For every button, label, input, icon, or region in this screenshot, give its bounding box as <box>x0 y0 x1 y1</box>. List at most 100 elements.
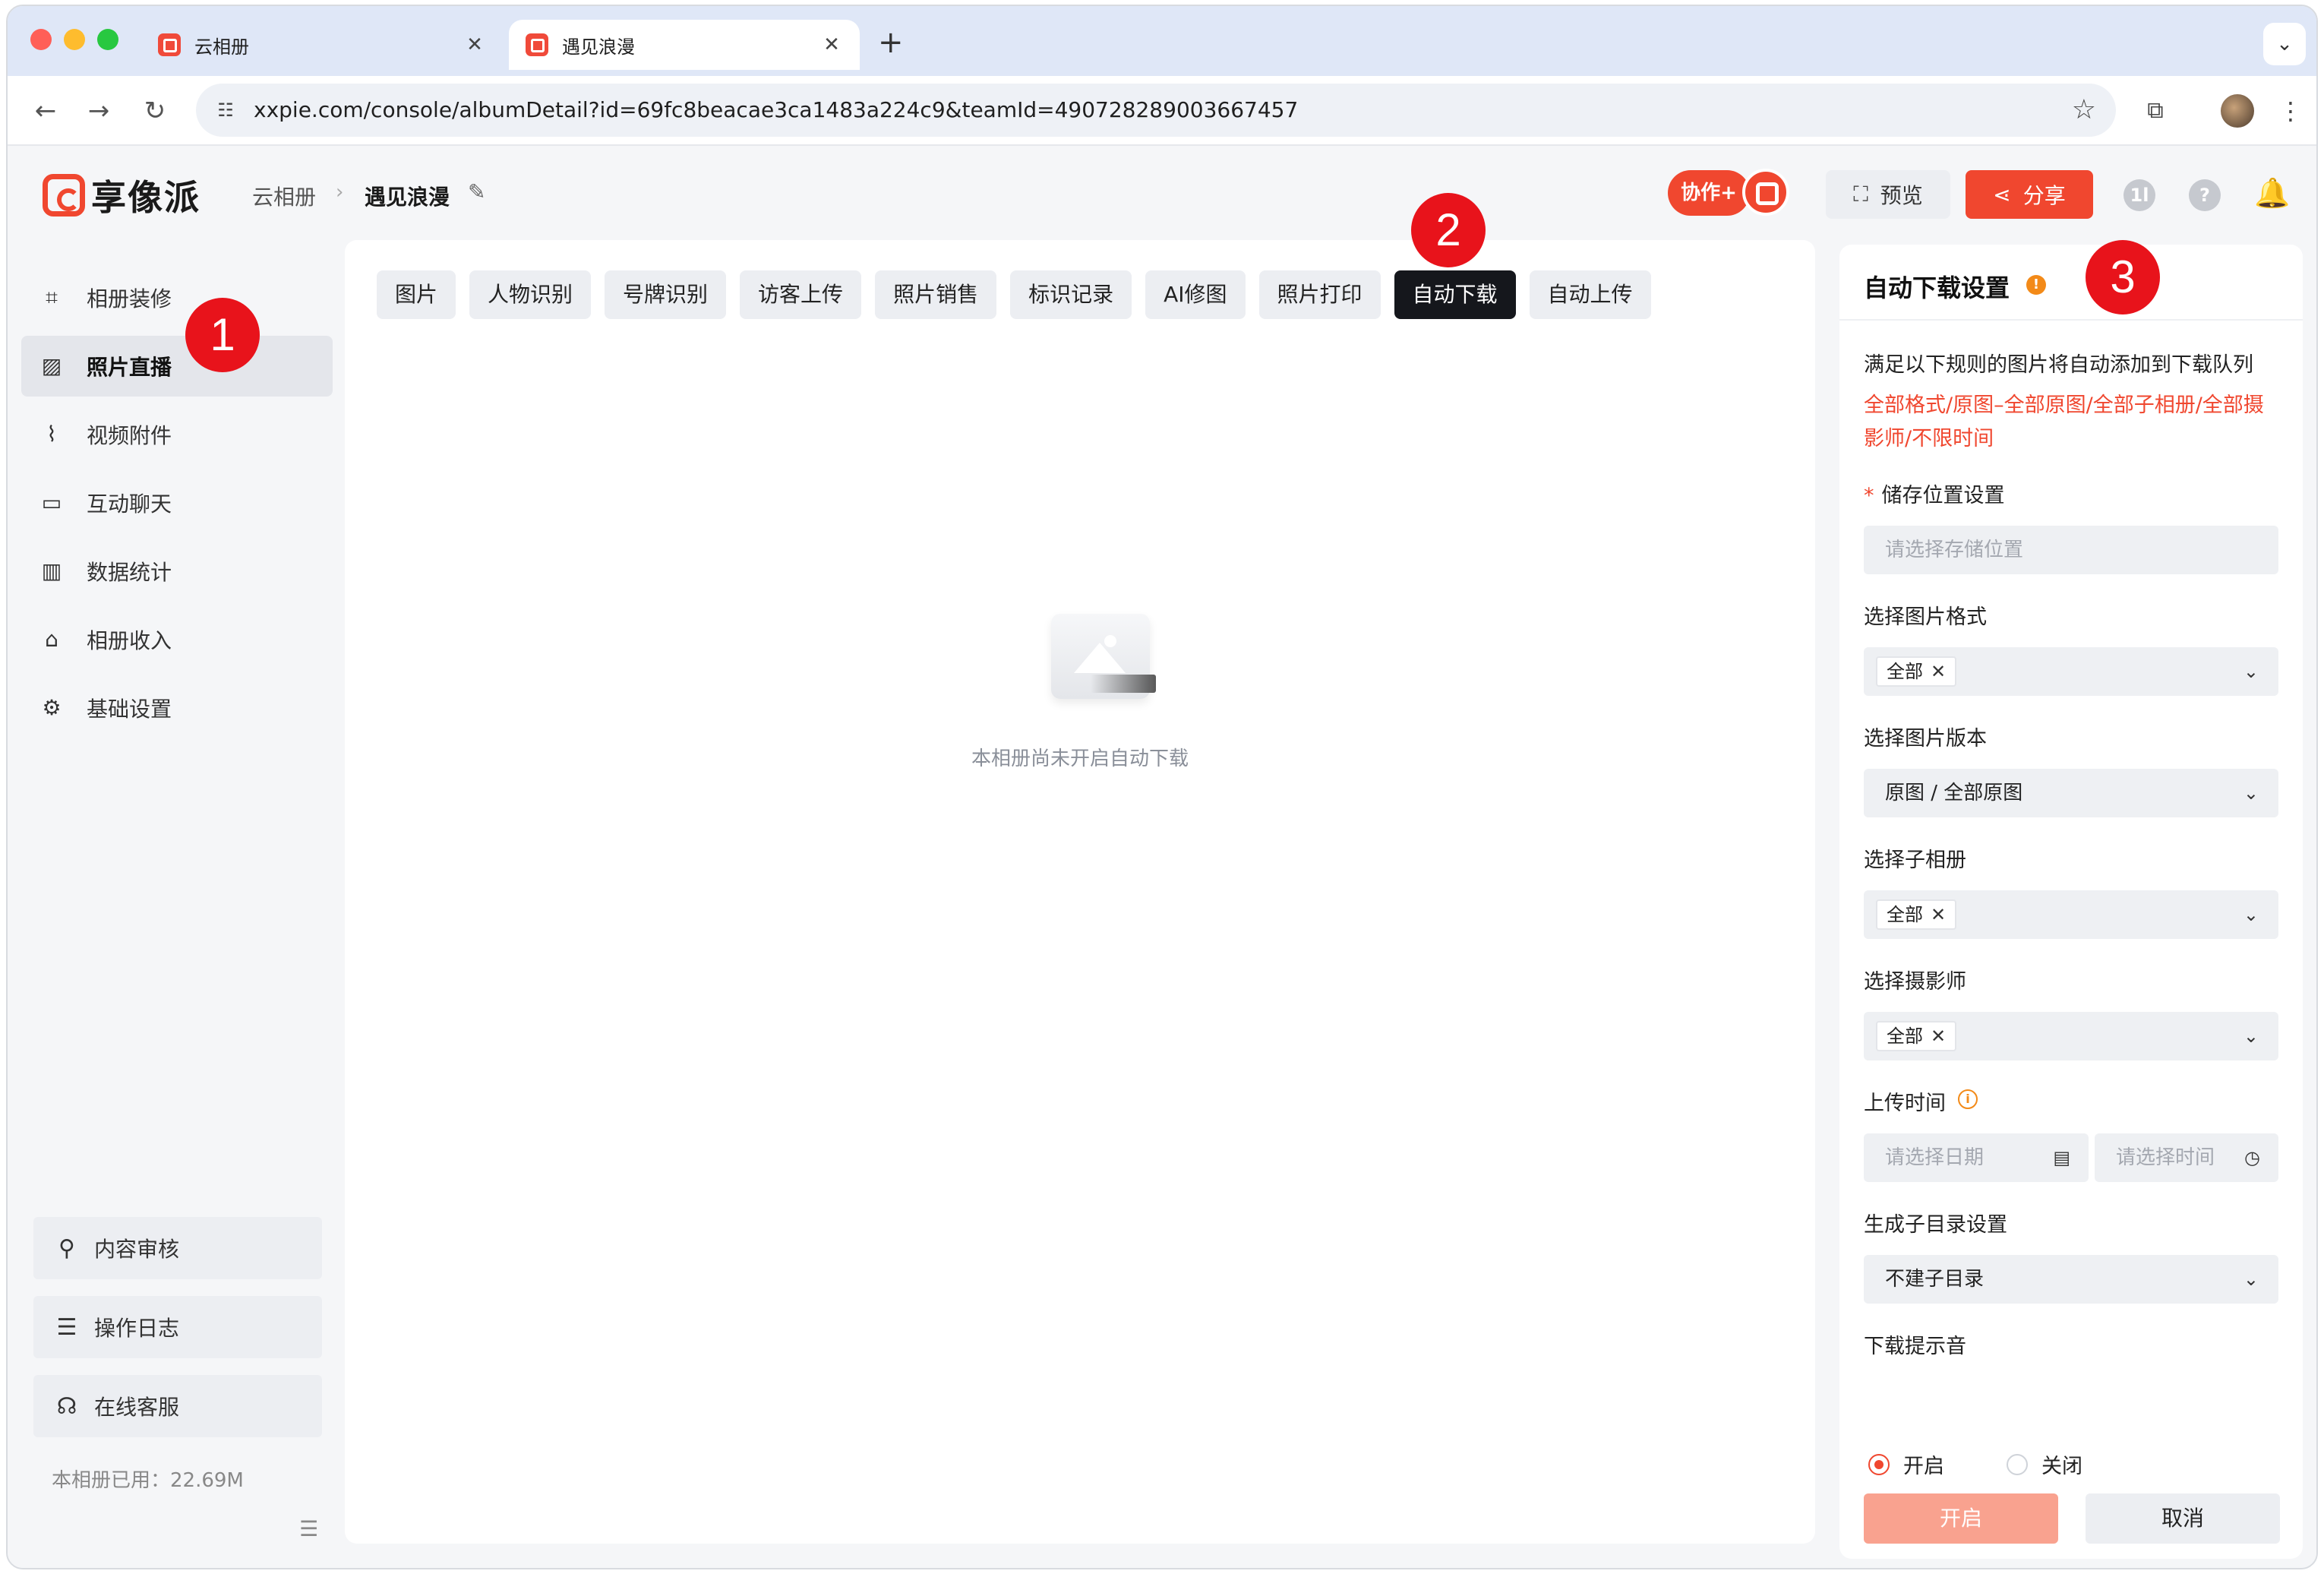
browser-menu-kebab-icon[interactable]: ⋮ <box>2278 94 2303 128</box>
photographer-label: 选择摄影师 <box>1864 970 1966 994</box>
rule-summary: 全部格式/原图–全部原图/全部子相册/全部摄影师/不限时间 <box>1864 394 2264 450</box>
sidebar-item-label: 照片直播 <box>87 355 172 380</box>
tab-tag-records[interactable]: 标识记录 <box>1010 270 1132 319</box>
close-tab-icon[interactable]: ✕ <box>463 33 486 56</box>
address-bar[interactable]: ☷ xxpie.com/console/albumDetail?id=69fc8… <box>196 84 2116 137</box>
empty-state-text: 本相册尚未开启自动下载 <box>971 747 1189 770</box>
preview-button[interactable]: ⛶ 预览 <box>1826 170 1950 219</box>
tab-photo-sales[interactable]: 照片销售 <box>875 270 997 319</box>
collaborator-avatar[interactable] <box>1742 169 1789 216</box>
sidebar-item-video-attachments[interactable]: ⌇ 视频附件 <box>21 404 333 465</box>
main-content-panel: 图片 人物识别 号牌识别 访客上传 照片销售 标识记录 AI修图 照片打印 自动… <box>345 240 1815 1544</box>
sidebar-item-statistics[interactable]: ▥ 数据统计 <box>21 541 333 602</box>
breadcrumb-separator-chevron-icon: › <box>336 181 344 204</box>
remove-chip-icon[interactable]: ✕ <box>1931 904 1946 925</box>
format-chip: 全部 ✕ <box>1876 656 1957 687</box>
new-tab-button[interactable]: + <box>878 27 904 58</box>
brand-logo[interactable]: 享像派 <box>43 170 201 220</box>
photographer-select[interactable]: 全部 ✕ ⌄ <box>1864 1012 2278 1060</box>
enable-auto-download-button[interactable]: 开启 <box>1864 1493 2058 1544</box>
sidebar-item-label: 视频附件 <box>87 423 172 448</box>
sound-off-radio[interactable] <box>2007 1453 2028 1475</box>
sidebar-item-label: 相册装修 <box>87 286 172 311</box>
back-icon[interactable]: ← <box>27 93 64 129</box>
breadcrumb-cloud-album[interactable]: 云相册 <box>252 181 316 211</box>
forward-icon[interactable]: → <box>81 93 117 129</box>
sidebar-item-album-decoration[interactable]: ⌗ 相册装修 <box>21 267 333 328</box>
profile-avatar[interactable] <box>2221 94 2254 128</box>
operation-log-button[interactable]: ☰ 操作日志 <box>33 1296 322 1358</box>
operation-log-label: 操作日志 <box>94 1316 180 1341</box>
content-review-label: 内容审核 <box>94 1237 180 1262</box>
sidebar: ⌗ 相册装修 ▨ 照片直播 ⌇ 视频附件 ▭ 互动聊天 ▥ 数据统计 ⌂ 相册收… <box>8 240 342 1568</box>
sound-on-radio[interactable] <box>1868 1453 1890 1475</box>
reload-icon[interactable]: ↻ <box>137 93 173 129</box>
warning-info-icon[interactable]: ! <box>2026 275 2046 295</box>
photographer-chip: 全部 ✕ <box>1876 1021 1957 1051</box>
browser-tab-album-detail[interactable]: 遇见浪漫 ✕ <box>509 20 860 70</box>
paperclip-icon: ⌇ <box>46 422 57 447</box>
info-tip-icon[interactable]: i <box>1958 1089 1978 1109</box>
help-icon[interactable]: ? <box>2189 179 2221 211</box>
app-root: 享像派 云相册 › 遇见浪漫 ✎ 协作+ ⛶ 预览 ⋖ 分享 1l ? 🔔 ⌗ <box>8 146 2316 1568</box>
chart-icon: ▥ <box>41 558 62 583</box>
subdirectory-value: 不建子目录 <box>1885 1268 1985 1291</box>
notification-bell-icon[interactable]: 🔔 <box>2254 176 2290 210</box>
tab-search-button[interactable]: ⌄ <box>2263 23 2306 65</box>
share-button[interactable]: ⋖ 分享 <box>1966 170 2093 219</box>
tab-visitor-upload[interactable]: 访客上传 <box>740 270 862 319</box>
image-format-select[interactable]: 全部 ✕ ⌄ <box>1864 647 2278 696</box>
tab-auto-download[interactable]: 自动下载 <box>1394 270 1516 319</box>
required-asterisk: * <box>1864 484 1874 507</box>
date-picker[interactable]: 请选择日期 ▤ <box>1864 1133 2089 1182</box>
tab-photos[interactable]: 图片 <box>377 270 456 319</box>
bookmark-star-icon[interactable]: ☆ <box>2072 94 2096 126</box>
image-version-select[interactable]: 原图 / 全部原图 ⌄ <box>1864 769 2278 817</box>
site-settings-icon[interactable]: ☷ <box>213 97 238 123</box>
storage-location-select[interactable]: 请选择存储位置 <box>1864 526 2278 574</box>
remove-chip-icon[interactable]: ✕ <box>1931 1026 1946 1047</box>
online-support-label: 在线客服 <box>94 1395 180 1420</box>
minimize-window-button[interactable] <box>64 29 85 50</box>
chevron-down-icon: ⌄ <box>2243 1269 2259 1290</box>
tab-photo-print[interactable]: 照片打印 <box>1258 270 1381 319</box>
content-review-button[interactable]: ⚲ 内容审核 <box>33 1217 322 1279</box>
browser-window: 云相册 ✕ 遇见浪漫 ✕ + ⌄ ← → ↻ ☷ xxpie.com/conso… <box>6 5 2318 1569</box>
sub-album-select[interactable]: 全部 ✕ ⌄ <box>1864 890 2278 939</box>
sidebar-item-basic-settings[interactable]: ⚙ 基础设置 <box>21 678 333 738</box>
sun-shape <box>1104 635 1116 647</box>
extensions-puzzle-icon[interactable]: ⧉ <box>2140 96 2171 126</box>
sidebar-item-interactive-chat[interactable]: ▭ 互动聊天 <box>21 473 333 533</box>
image-version-value: 原图 / 全部原图 <box>1885 782 2023 804</box>
headset-icon: ☊ <box>56 1392 77 1420</box>
annotation-badge-3: 3 <box>2086 240 2160 314</box>
photographer-chip-label: 全部 <box>1887 1026 1923 1047</box>
maximize-window-button[interactable] <box>97 29 118 50</box>
tab-face-recognition[interactable]: 人物识别 <box>469 270 592 319</box>
remove-chip-icon[interactable]: ✕ <box>1931 661 1946 682</box>
feature-tabs: 图片 人物识别 号牌识别 访客上传 照片销售 标识记录 AI修图 照片打印 自动… <box>377 270 1665 319</box>
sidebar-item-photo-live[interactable]: ▨ 照片直播 <box>21 336 333 397</box>
collapse-sidebar-icon[interactable]: ☰ <box>299 1516 318 1541</box>
collaborate-button[interactable]: 协作+ <box>1668 170 1750 216</box>
tab-ai-retouch[interactable]: AI修图 <box>1145 270 1246 319</box>
tab-auto-upload[interactable]: 自动上传 <box>1529 270 1651 319</box>
share-icon: ⋖ <box>1993 182 2011 207</box>
sound-off-label[interactable]: 关闭 <box>2041 1449 2082 1479</box>
close-window-button[interactable] <box>30 29 52 50</box>
sound-on-label[interactable]: 开启 <box>1903 1449 1944 1479</box>
time-picker[interactable]: 请选择时间 ◷ <box>2095 1133 2278 1182</box>
tab-bib-recognition[interactable]: 号牌识别 <box>605 270 727 319</box>
subdirectory-select[interactable]: 不建子目录 ⌄ <box>1864 1255 2278 1304</box>
cancel-button[interactable]: 取消 <box>2086 1493 2280 1544</box>
browser-tab-cloud-album[interactable]: 云相册 ✕ <box>141 20 503 70</box>
edit-title-icon[interactable]: ✎ <box>468 179 494 205</box>
sub-album-label: 选择子相册 <box>1864 849 1966 872</box>
url-text[interactable]: xxpie.com/console/albumDetail?id=69fc8be… <box>254 84 1298 137</box>
sidebar-item-album-income[interactable]: ⌂ 相册收入 <box>21 609 333 670</box>
user-level-icon[interactable]: 1l <box>2123 179 2155 211</box>
download-sound-radio-group: 开启 关闭 <box>1868 1449 2145 1479</box>
online-support-button[interactable]: ☊ 在线客服 <box>33 1375 322 1437</box>
upload-time-label-text: 上传时间 <box>1864 1092 1946 1115</box>
close-tab-icon[interactable]: ✕ <box>820 33 843 56</box>
